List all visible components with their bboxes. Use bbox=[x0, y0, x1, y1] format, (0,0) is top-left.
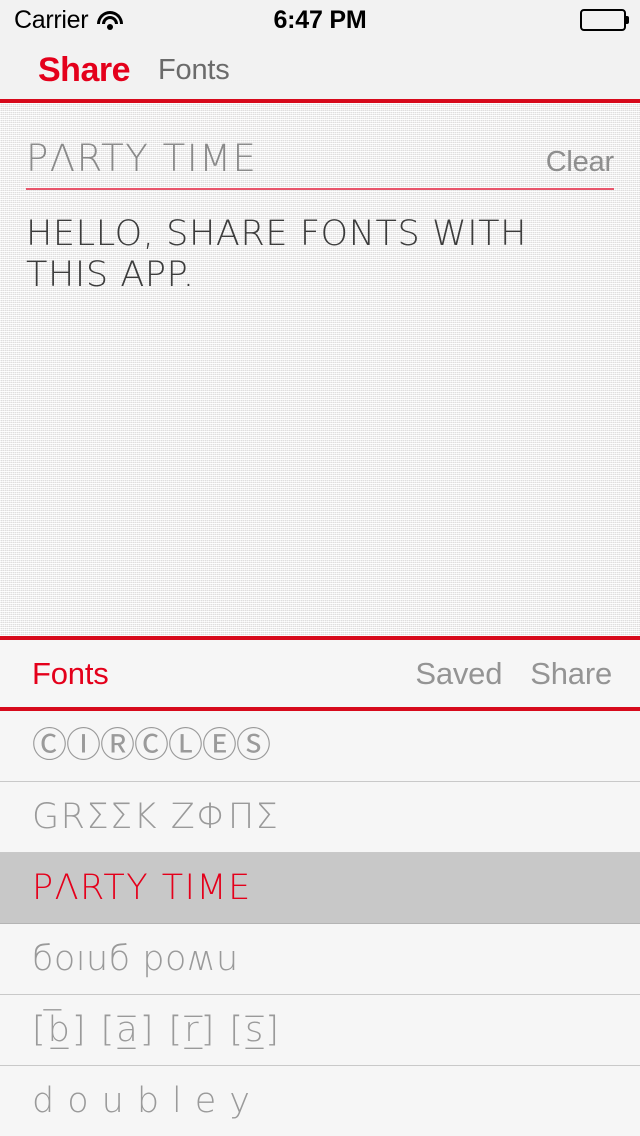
battery-full-icon bbox=[580, 9, 629, 31]
nav-bar: Share Fonts bbox=[0, 40, 640, 100]
font-list-actions: Saved Share bbox=[415, 656, 612, 692]
font-row-bars[interactable]: [b̲̅] [a̲̅] [r̲̅] [s̲̅] bbox=[0, 995, 640, 1066]
selected-font-name: PΛRTY TIME bbox=[26, 137, 258, 180]
font-list-toolbar: Fonts Saved Share bbox=[0, 640, 640, 707]
wifi-icon bbox=[97, 10, 124, 30]
saved-button[interactable]: Saved bbox=[415, 656, 502, 692]
font-row-circles[interactable]: ⒸⒾⓇⒸⓁⒺⓈ bbox=[0, 711, 640, 782]
font-sample: doubley bbox=[32, 1080, 263, 1121]
status-bar: Carrier 6:47 PM bbox=[0, 0, 640, 40]
font-sample: PΛRTY TIME bbox=[32, 867, 252, 908]
selected-font-row: PΛRTY TIME Clear bbox=[26, 103, 614, 188]
status-bar-right bbox=[580, 9, 629, 31]
status-bar-left: Carrier bbox=[14, 5, 124, 35]
font-list[interactable]: ⒸⒾⓇⒸⓁⒺⓈ GRΣΣK ZΦΠΣ PΛRTY TIME бoıuб poʍu… bbox=[0, 711, 640, 1136]
font-row-greek-zone[interactable]: GRΣΣK ZΦΠΣ bbox=[0, 782, 640, 853]
font-sample: [b̲̅] [a̲̅] [r̲̅] [s̲̅] bbox=[32, 1009, 281, 1050]
font-row-party-time[interactable]: PΛRTY TIME bbox=[0, 853, 640, 924]
nav-tab-fonts[interactable]: Fonts bbox=[158, 54, 230, 87]
font-row-down-boy[interactable]: бoıuб poʍu bbox=[0, 924, 640, 995]
message-text-input[interactable]: HELLO, SHARE FONTS WITH THIS APP. bbox=[26, 190, 614, 295]
share-button[interactable]: Share bbox=[530, 656, 612, 692]
font-sample: GRΣΣK ZΦΠΣ bbox=[32, 796, 280, 837]
font-row-doubley[interactable]: doubley bbox=[0, 1066, 640, 1136]
app-root: Carrier 6:47 PM Share Fonts PΛRTY TIME C… bbox=[0, 0, 640, 1136]
font-sample: бoıuб poʍu bbox=[32, 938, 239, 979]
clear-button[interactable]: Clear bbox=[546, 146, 615, 179]
page-title: Share bbox=[38, 50, 131, 89]
compose-area: PΛRTY TIME Clear HELLO, SHARE FONTS WITH… bbox=[0, 103, 640, 636]
carrier-label: Carrier bbox=[14, 5, 89, 34]
font-list-title: Fonts bbox=[32, 655, 109, 691]
font-sample: ⒸⒾⓇⒸⓁⒺⓈ bbox=[32, 725, 271, 766]
